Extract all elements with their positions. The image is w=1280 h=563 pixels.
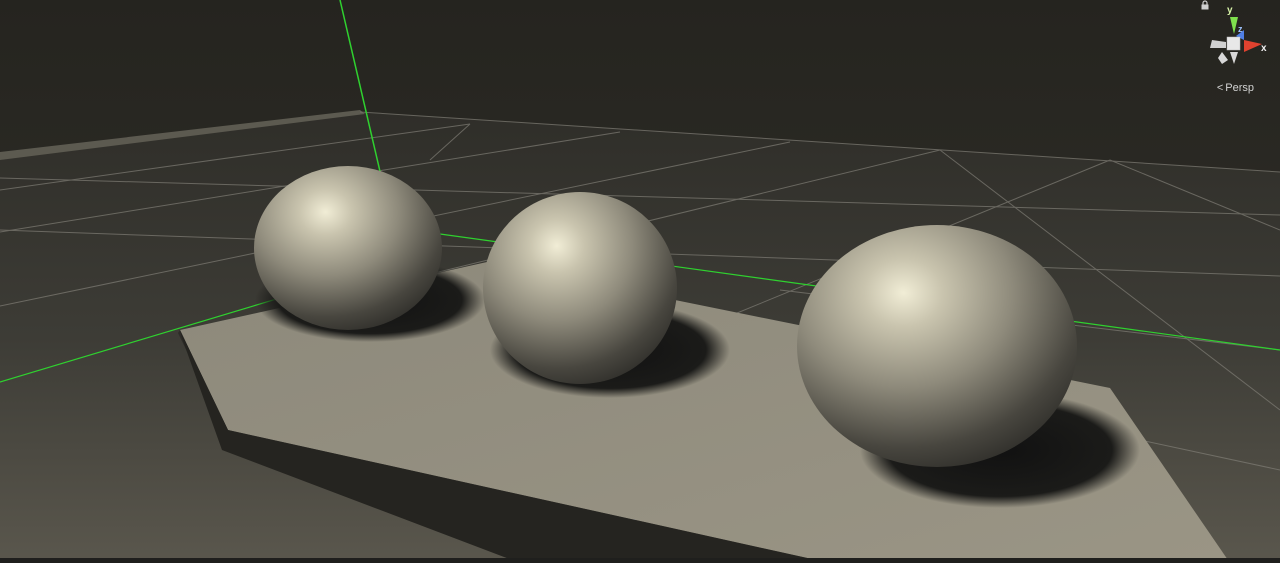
gizmo-y-cone xyxy=(1230,17,1238,34)
gizmo-negx-cone xyxy=(1210,40,1226,48)
gizmo-axis-x-label[interactable]: x xyxy=(1261,43,1267,54)
gizmo-negz-cone xyxy=(1218,52,1228,64)
scene-viewport[interactable]: y z x < Persp xyxy=(0,0,1280,563)
gizmo-axis-y-label[interactable]: y xyxy=(1227,5,1233,16)
sphere-middle xyxy=(483,192,677,384)
bottom-edge xyxy=(0,558,1280,563)
chevron-left-icon: < xyxy=(1216,82,1224,94)
orientation-gizmo[interactable]: y z x < Persp xyxy=(1200,0,1280,110)
gizmo-center-cube xyxy=(1226,36,1241,51)
gizmo-x-cone xyxy=(1244,40,1262,52)
projection-label: Persp xyxy=(1225,82,1254,94)
projection-toggle[interactable]: < Persp xyxy=(1217,82,1254,94)
gizmo-axis-z-label[interactable]: z xyxy=(1238,24,1243,34)
scene-canvas[interactable] xyxy=(0,0,1280,563)
sphere-left xyxy=(254,166,442,330)
gizmo-negy-cone xyxy=(1230,52,1238,64)
lock-icon[interactable] xyxy=(1200,0,1210,10)
sphere-right xyxy=(797,225,1077,467)
